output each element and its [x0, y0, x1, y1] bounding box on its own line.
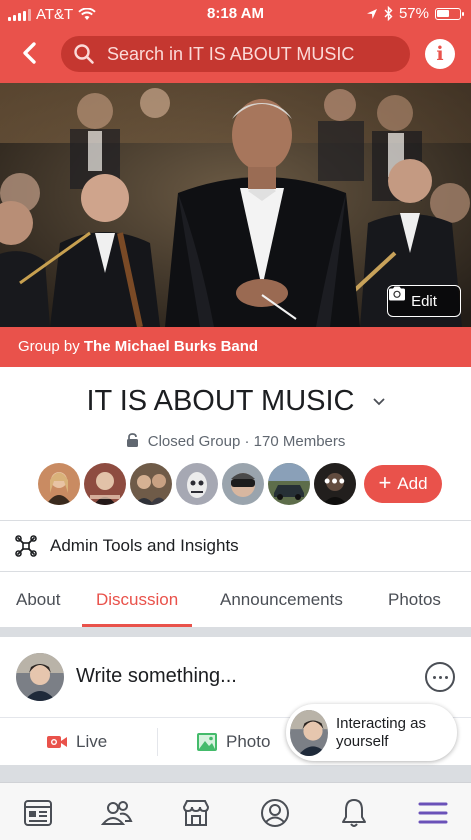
bottom-nav — [0, 782, 471, 840]
battery-icon — [435, 7, 464, 20]
member-avatar-4[interactable] — [176, 463, 218, 505]
nav-notifications-icon[interactable] — [338, 797, 370, 829]
add-label: Add — [397, 474, 428, 493]
group-owner-link[interactable]: The Michael Burks Band — [84, 338, 258, 355]
cover-photo: Edit — [0, 83, 471, 327]
status-bar: AT&T 8:18 AM 57% — [0, 0, 471, 28]
member-avatar-1[interactable] — [38, 463, 80, 505]
add-member-button[interactable]: + Add — [364, 465, 442, 503]
info-icon[interactable]: i — [425, 39, 455, 69]
group-info-card: IT IS ABOUT MUSIC Closed Group · 170 Mem… — [0, 367, 471, 627]
divider — [157, 728, 158, 756]
member-avatar-5[interactable] — [222, 463, 264, 505]
member-avatar-6[interactable] — [268, 463, 310, 505]
admin-tools-label: Admin Tools and Insights — [50, 536, 239, 555]
live-label: Live — [76, 732, 108, 751]
lock-icon — [126, 433, 138, 447]
photo-icon — [197, 733, 217, 751]
admin-tools-icon — [15, 535, 37, 557]
photo-button[interactable]: Photo — [196, 718, 270, 766]
more-members-overlay: ••• — [314, 463, 356, 505]
location-icon — [366, 8, 377, 19]
member-avatar-3[interactable] — [130, 463, 172, 505]
tab-about[interactable]: About — [16, 572, 60, 627]
nav-profile-icon[interactable] — [259, 797, 291, 829]
nav-marketplace-icon[interactable] — [180, 797, 212, 829]
member-avatar-2[interactable] — [84, 463, 126, 505]
tab-discussion[interactable]: Discussion — [81, 572, 193, 627]
tab-announcements[interactable]: Announcements — [220, 572, 343, 627]
group-tabs: About Discussion Announcements Photos — [0, 572, 471, 627]
search-placeholder: Search in IT IS ABOUT MUSIC — [107, 43, 355, 64]
bluetooth-icon — [384, 6, 393, 21]
tab-photos[interactable]: Photos — [388, 572, 441, 627]
group-name[interactable]: IT IS ABOUT MUSIC — [0, 385, 471, 418]
nav-menu-icon[interactable] — [417, 797, 449, 829]
admin-tools-row[interactable]: Admin Tools and Insights — [0, 521, 471, 571]
edit-label: Edit — [411, 292, 437, 310]
chevron-down-icon — [373, 398, 384, 406]
my-avatar[interactable] — [16, 653, 64, 701]
interacting-as-tooltip[interactable]: Interacting as yourself — [286, 704, 457, 761]
meta-separator: · — [244, 433, 250, 450]
live-video-icon — [47, 736, 67, 748]
search-icon — [74, 44, 94, 64]
member-count[interactable]: 170 Members — [254, 433, 346, 450]
group-owner-bar: Group by The Michael Burks Band — [0, 327, 471, 367]
group-name-text: IT IS ABOUT MUSIC — [86, 385, 355, 417]
plus-icon: + — [378, 470, 392, 495]
photo-label: Photo — [226, 732, 271, 751]
privacy-label: Closed Group — [147, 433, 241, 450]
nav-news-feed-icon[interactable] — [22, 797, 54, 829]
group-meta: Closed Group · 170 Members — [0, 433, 471, 450]
live-button[interactable]: Live — [46, 718, 107, 766]
write-something-input[interactable]: Write something... — [76, 665, 237, 688]
nav-friends-icon[interactable] — [101, 797, 133, 829]
tooltip-text: Interacting as yourself — [335, 714, 427, 750]
tooltip-avatar — [290, 709, 328, 756]
back-arrow-icon[interactable] — [18, 38, 44, 68]
member-avatar-row: ••• + Add — [38, 463, 442, 505]
battery-percent: 57% — [398, 5, 429, 22]
group-search-bar[interactable]: Search in IT IS ABOUT MUSIC — [61, 36, 410, 72]
group-by-prefix: Group by — [18, 338, 80, 355]
top-header: AT&T 8:18 AM 57% Search in IT IS ABOUT M… — [0, 0, 471, 83]
member-avatar-7[interactable]: ••• — [314, 463, 356, 505]
more-options-icon[interactable] — [425, 662, 455, 692]
edit-cover-button[interactable]: Edit — [387, 285, 461, 317]
camera-icon — [389, 286, 405, 301]
